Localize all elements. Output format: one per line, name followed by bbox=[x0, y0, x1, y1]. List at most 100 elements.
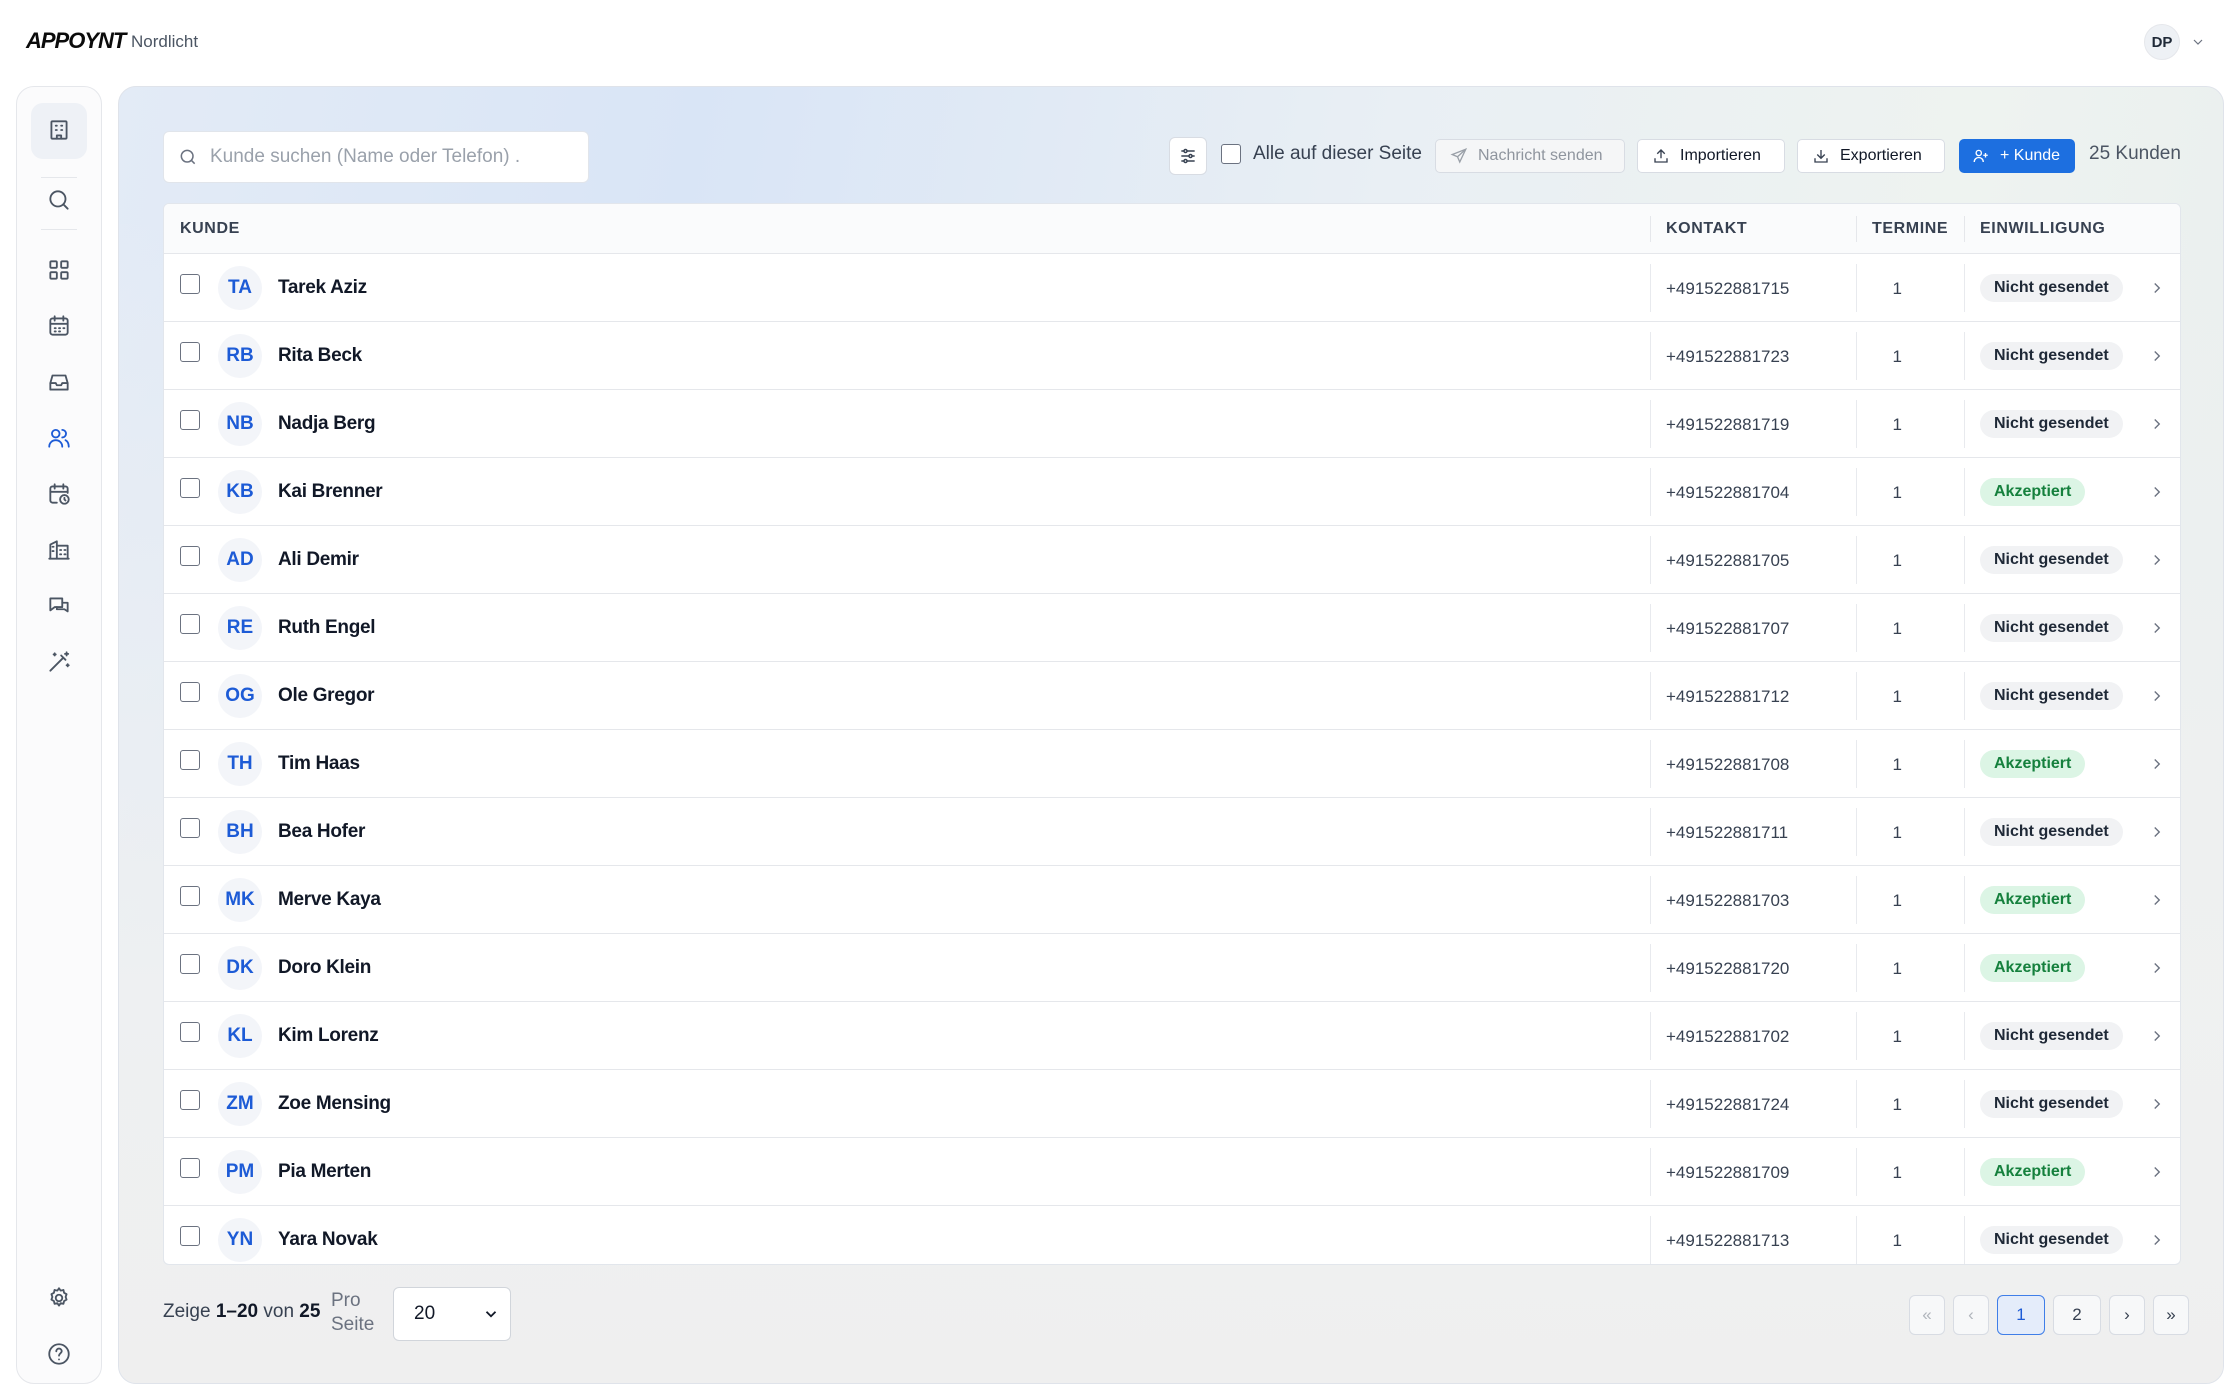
table-row[interactable]: TA Tarek Aziz +491522881715 1 Nicht gesendet bbox=[164, 254, 2180, 322]
column-header-consent[interactable]: EINWILLIGUNG bbox=[1980, 220, 2105, 238]
customer-name[interactable]: Tarek Aziz bbox=[278, 277, 367, 299]
customer-name[interactable]: Kai Brenner bbox=[278, 481, 383, 503]
building-icon[interactable] bbox=[42, 113, 76, 147]
filter-button[interactable] bbox=[1169, 137, 1207, 175]
magic-wand-icon[interactable] bbox=[42, 645, 76, 679]
row-checkbox[interactable] bbox=[180, 886, 200, 906]
row-checkbox[interactable] bbox=[180, 274, 200, 294]
chevron-right-icon[interactable] bbox=[2148, 687, 2166, 705]
row-checkbox[interactable] bbox=[180, 818, 200, 838]
customer-name[interactable]: Ruth Engel bbox=[278, 617, 376, 639]
cell-divider bbox=[1856, 1080, 1857, 1128]
customer-name[interactable]: Zoe Mensing bbox=[278, 1093, 391, 1115]
settings-gear-icon[interactable] bbox=[42, 1281, 76, 1315]
row-checkbox[interactable] bbox=[180, 750, 200, 770]
select-all-checkbox[interactable] bbox=[1221, 144, 1241, 164]
row-checkbox[interactable] bbox=[180, 1022, 200, 1042]
send-message-button[interactable]: Nachricht senden bbox=[1435, 139, 1625, 173]
table-row[interactable]: RE Ruth Engel +491522881707 1 Nicht gesendet bbox=[164, 594, 2180, 662]
chevron-right-icon[interactable] bbox=[2148, 483, 2166, 501]
import-label: Importieren bbox=[1680, 147, 1761, 164]
user-avatar[interactable]: DP bbox=[2144, 24, 2180, 60]
calendar-icon[interactable] bbox=[42, 309, 76, 343]
pagination-page-1[interactable]: 1 bbox=[1997, 1295, 2045, 1335]
table-row[interactable]: MK Merve Kaya +491522881703 1 Akzeptiert bbox=[164, 866, 2180, 934]
chevron-right-icon[interactable] bbox=[2148, 1163, 2166, 1181]
chevron-right-icon[interactable] bbox=[2148, 1231, 2166, 1249]
chevron-down-icon[interactable] bbox=[2190, 34, 2206, 50]
pagination-page-2[interactable]: 2 bbox=[2053, 1295, 2101, 1335]
dashboard-grid-icon[interactable] bbox=[42, 253, 76, 287]
table-row[interactable]: NB Nadja Berg +491522881719 1 Nicht gesendet bbox=[164, 390, 2180, 458]
customer-name[interactable]: Bea Hofer bbox=[278, 821, 365, 843]
customer-name[interactable]: Ole Gregor bbox=[278, 685, 375, 707]
chat-icon[interactable] bbox=[42, 589, 76, 623]
table-row[interactable]: TH Tim Haas +491522881708 1 Akzeptiert bbox=[164, 730, 2180, 798]
inbox-icon[interactable] bbox=[42, 365, 76, 399]
table-row[interactable]: PM Pia Merten +491522881709 1 Akzeptiert bbox=[164, 1138, 2180, 1206]
customer-name[interactable]: Kim Lorenz bbox=[278, 1025, 379, 1047]
per-page-select[interactable]: 20 bbox=[393, 1287, 511, 1341]
row-checkbox[interactable] bbox=[180, 614, 200, 634]
table-row[interactable]: KB Kai Brenner +491522881704 1 Akzeptiert bbox=[164, 458, 2180, 526]
customer-name[interactable]: Ali Demir bbox=[278, 549, 359, 571]
pagination-first-button[interactable]: « bbox=[1909, 1295, 1945, 1335]
table-row[interactable]: DK Doro Klein +491522881720 1 Akzeptiert bbox=[164, 934, 2180, 1002]
app-logo[interactable]: APPOYNT bbox=[26, 28, 126, 54]
chevron-right-icon[interactable] bbox=[2148, 959, 2166, 977]
customer-name[interactable]: Yara Novak bbox=[278, 1229, 378, 1251]
table-row[interactable]: AD Ali Demir +491522881705 1 Nicht gesendet bbox=[164, 526, 2180, 594]
table-row[interactable]: RB Rita Beck +491522881723 1 Nicht gesendet bbox=[164, 322, 2180, 390]
office-building-icon[interactable] bbox=[42, 533, 76, 567]
pagination-next-button[interactable]: › bbox=[2109, 1295, 2145, 1335]
customer-name[interactable]: Pia Merten bbox=[278, 1161, 371, 1183]
column-header-customer[interactable]: KUNDE bbox=[180, 220, 240, 238]
row-checkbox[interactable] bbox=[180, 682, 200, 702]
chevron-right-icon[interactable] bbox=[2148, 1027, 2166, 1045]
chevron-right-icon[interactable] bbox=[2148, 279, 2166, 297]
row-checkbox[interactable] bbox=[180, 342, 200, 362]
chevron-right-icon[interactable] bbox=[2148, 551, 2166, 569]
customer-name[interactable]: Nadja Berg bbox=[278, 413, 376, 435]
chevron-right-icon[interactable] bbox=[2148, 1095, 2166, 1113]
customer-search[interactable] bbox=[163, 131, 589, 183]
appointment-count: 1 bbox=[1892, 551, 1902, 570]
row-checkbox[interactable] bbox=[180, 478, 200, 498]
table-row[interactable]: YN Yara Novak +491522881713 1 Nicht gesendet bbox=[164, 1206, 2180, 1264]
table-row[interactable]: OG Ole Gregor +491522881712 1 Nicht gesendet bbox=[164, 662, 2180, 730]
row-checkbox[interactable] bbox=[180, 1226, 200, 1246]
table-row[interactable]: ZM Zoe Mensing +491522881724 1 Nicht gesende… bbox=[164, 1070, 2180, 1138]
row-checkbox[interactable] bbox=[180, 954, 200, 974]
customer-name[interactable]: Tim Haas bbox=[278, 753, 360, 775]
calendar-clock-icon[interactable] bbox=[42, 477, 76, 511]
chevron-right-icon[interactable] bbox=[2148, 415, 2166, 433]
customer-name[interactable]: Rita Beck bbox=[278, 345, 362, 367]
customer-name[interactable]: Doro Klein bbox=[278, 957, 371, 979]
import-button[interactable]: Importieren bbox=[1637, 139, 1785, 173]
chevron-right-icon[interactable] bbox=[2148, 619, 2166, 637]
chevron-right-icon[interactable] bbox=[2148, 347, 2166, 365]
users-icon[interactable] bbox=[42, 421, 76, 455]
chevron-right-icon[interactable] bbox=[2148, 755, 2166, 773]
customer-name[interactable]: Merve Kaya bbox=[278, 889, 381, 911]
row-checkbox[interactable] bbox=[180, 410, 200, 430]
add-customer-button[interactable]: + Kunde bbox=[1959, 139, 2075, 173]
search-input[interactable] bbox=[210, 146, 570, 168]
help-circle-icon[interactable] bbox=[42, 1337, 76, 1371]
column-header-appointments[interactable]: TERMINE bbox=[1872, 220, 1948, 238]
export-button[interactable]: Exportieren bbox=[1797, 139, 1945, 173]
table-row[interactable]: BH Bea Hofer +491522881711 1 Nicht gesendet bbox=[164, 798, 2180, 866]
pagination-prev-button[interactable]: ‹ bbox=[1953, 1295, 1989, 1335]
select-all-on-page[interactable]: Alle auf dieser Seite bbox=[1221, 143, 1422, 165]
chevron-right-icon[interactable] bbox=[2148, 823, 2166, 841]
row-checkbox[interactable] bbox=[180, 546, 200, 566]
table-row[interactable]: KL Kim Lorenz +491522881702 1 Nicht gesendet bbox=[164, 1002, 2180, 1070]
row-checkbox[interactable] bbox=[180, 1158, 200, 1178]
customer-phone: +491522881709 bbox=[1666, 1163, 1790, 1182]
pagination-last-button[interactable]: » bbox=[2153, 1295, 2189, 1335]
row-checkbox[interactable] bbox=[180, 1090, 200, 1110]
column-header-contact[interactable]: KONTAKT bbox=[1666, 220, 1747, 238]
search-icon[interactable] bbox=[42, 183, 76, 217]
chevron-right-icon[interactable] bbox=[2148, 891, 2166, 909]
customer-phone: +491522881708 bbox=[1666, 755, 1790, 774]
